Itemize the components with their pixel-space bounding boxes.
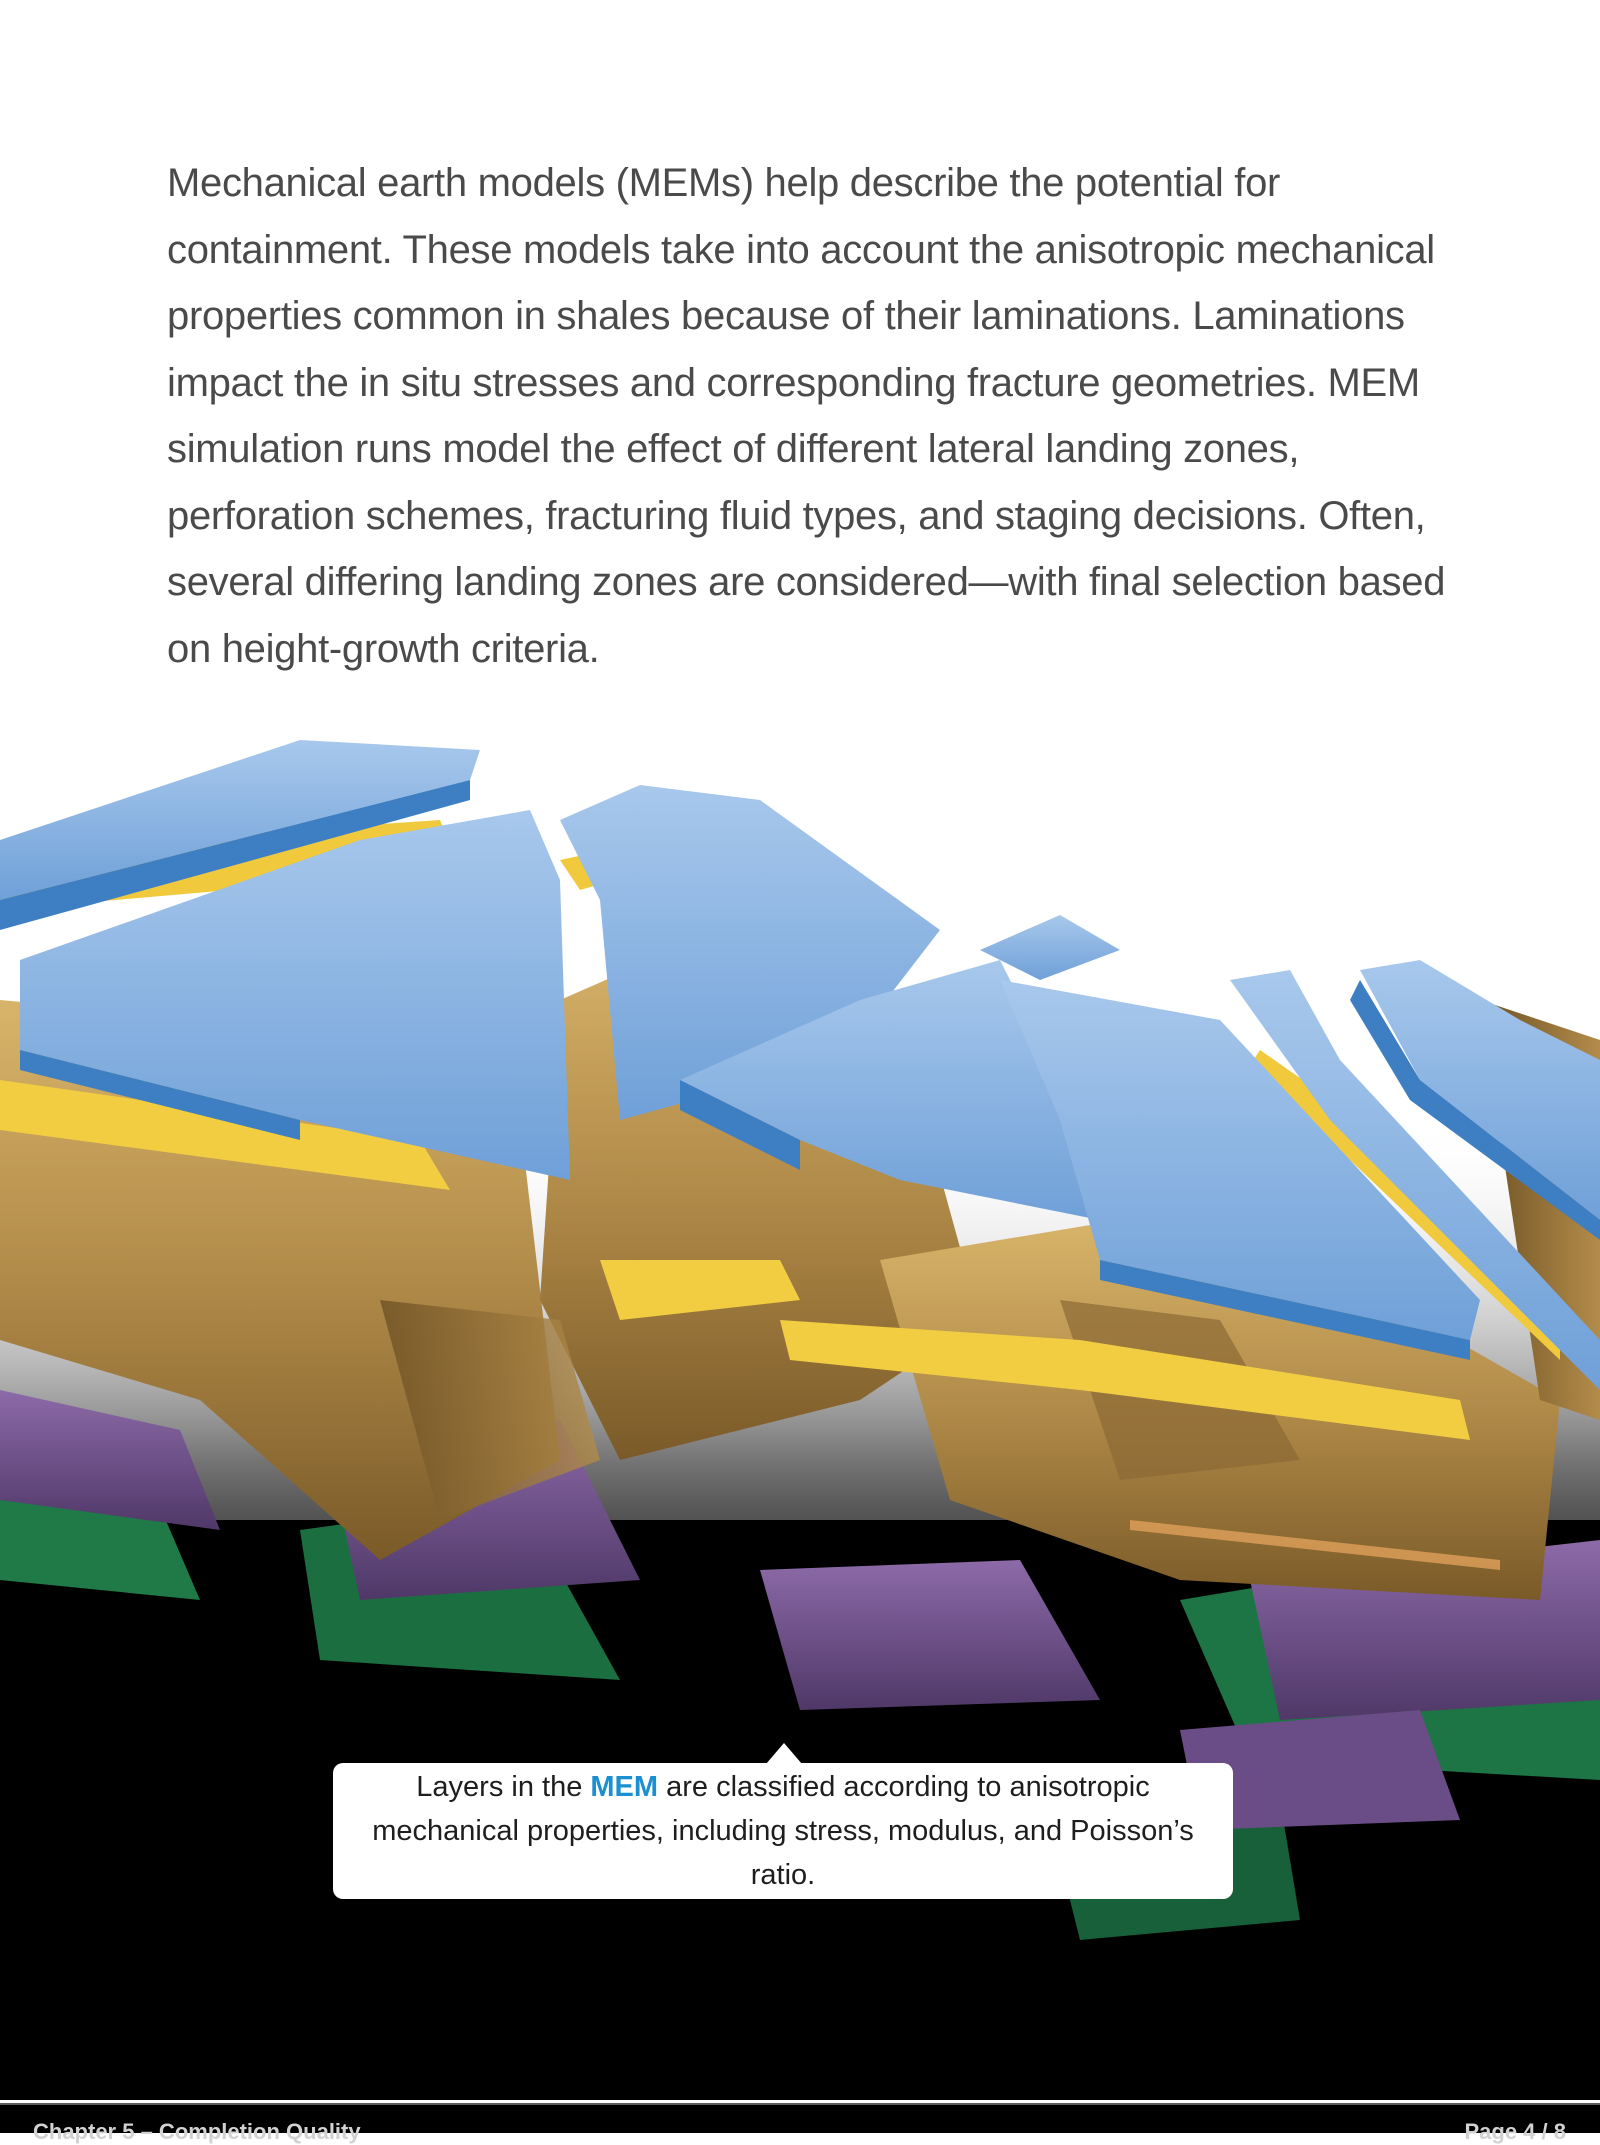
caption-text: Layers in the MEM are classified accordi… — [353, 1765, 1213, 1897]
footer-chapter-title: Chapter 5 – Completion Quality — [33, 2119, 361, 2144]
caption-mem-highlight: MEM — [590, 1771, 659, 1803]
caption-pointer — [766, 1743, 802, 1764]
footer-page-number: Page 4 / 8 — [1464, 2119, 1566, 2144]
caption-prefix: Layers in the — [416, 1771, 591, 1803]
body-paragraph: Mechanical earth models (MEMs) help desc… — [167, 161, 1446, 671]
figure-caption: Layers in the MEM are classified accordi… — [333, 1763, 1233, 1899]
